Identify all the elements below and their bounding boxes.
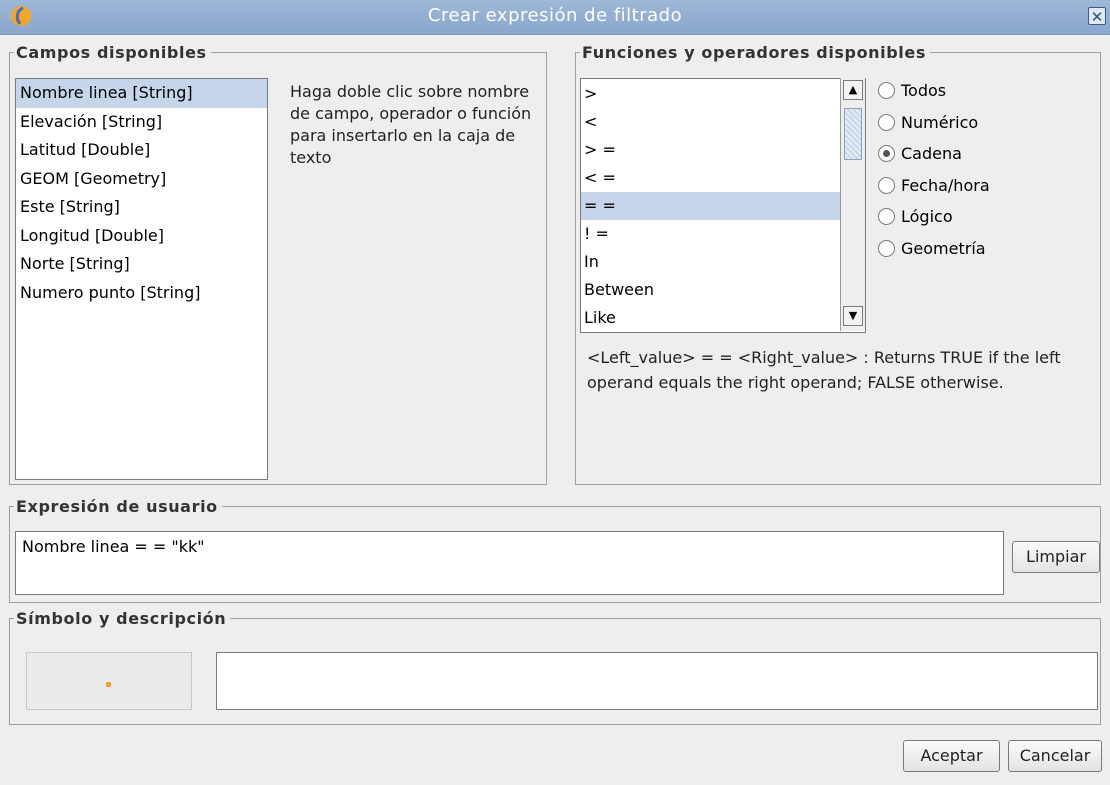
filter-radio-label: Lógico	[901, 207, 953, 226]
symbol-preview[interactable]	[26, 652, 192, 710]
functions-panel-legend: Funciones y operadores disponibles	[582, 43, 926, 62]
radio-button-icon[interactable]	[878, 82, 895, 99]
window-title: Crear expresión de filtrado	[427, 5, 683, 26]
operator-list-item[interactable]: <	[581, 108, 840, 136]
field-list-item[interactable]: Este [String]	[16, 193, 267, 222]
field-list-item[interactable]: Latitud [Double]	[16, 136, 267, 165]
scroll-thumb[interactable]	[844, 108, 862, 160]
filter-radio-3[interactable]: Fecha/hora	[878, 174, 990, 198]
scroll-up-icon[interactable]: ▲	[843, 80, 863, 100]
fields-list[interactable]: Nombre linea [String] Elevación [String] L…	[15, 78, 268, 480]
filter-radio-2[interactable]: Cadena	[878, 142, 962, 166]
operator-description: <Left_value> = = <Right_value> : Returns…	[587, 348, 1061, 392]
close-icon[interactable]: ✕	[1088, 7, 1106, 26]
expression-input[interactable]: Nombre linea = = "kk"	[15, 531, 1004, 595]
field-list-item[interactable]: Nombre linea [String]	[16, 79, 267, 108]
filter-radio-1[interactable]: Numérico	[878, 111, 978, 135]
operators-scrollbar[interactable]: ▲ ▼	[840, 78, 865, 331]
radio-button-icon[interactable]	[878, 176, 895, 194]
radio-button-icon[interactable]	[878, 208, 895, 225]
filter-radio-label: Geometría	[901, 238, 986, 258]
operators-list[interactable]: > < > = < = = =! = In Between Like	[580, 78, 866, 333]
radio-button-icon[interactable]	[878, 239, 895, 257]
title-bar: Crear expresión de filtrado ✕	[0, 0, 1110, 35]
symbol-description-input[interactable]	[216, 652, 1098, 710]
operator-list-item[interactable]: < =	[581, 164, 840, 192]
filter-radio-0[interactable]: Todos	[878, 79, 946, 103]
filter-radio-label: Cadena	[901, 144, 962, 163]
field-list-item[interactable]: Numero punto [String]	[16, 279, 267, 308]
operator-list-item[interactable]: In	[581, 248, 840, 276]
filter-radio-label: Fecha/hora	[901, 175, 990, 195]
operator-list-item[interactable]: >	[581, 80, 840, 108]
radio-button-icon[interactable]	[878, 145, 895, 162]
point-symbol-icon	[106, 682, 111, 687]
scroll-down-icon[interactable]: ▼	[843, 306, 863, 326]
cancel-button[interactable]: Cancelar	[1008, 740, 1102, 772]
filter-radio-label: Numérico	[901, 112, 979, 132]
operator-list-item[interactable]: ! =	[581, 220, 840, 248]
clear-button[interactable]: Limpiar	[1012, 541, 1100, 573]
accept-button[interactable]: Aceptar	[903, 740, 1000, 772]
field-list-item[interactable]: Elevación [String]	[16, 108, 267, 137]
operator-list-item[interactable]: = =	[581, 192, 840, 220]
operator-list-item[interactable]: Like	[581, 304, 840, 332]
field-list-item[interactable]: Longitud [Double]	[16, 222, 267, 251]
filter-radio-label: Todos	[901, 81, 947, 100]
operator-list-item[interactable]: Between	[581, 276, 840, 304]
filter-radio-5[interactable]: Geometría	[878, 237, 986, 261]
fields-hint: Haga doble clic sobre nombre de campo, o…	[290, 82, 532, 167]
expression-panel-legend: Expresión de usuario	[16, 497, 218, 516]
operator-list-item[interactable]: > =	[581, 136, 840, 164]
field-list-item[interactable]: GEOM [Geometry]	[16, 165, 267, 194]
symbol-panel-legend: Símbolo y descripción	[16, 609, 227, 628]
filter-radio-4[interactable]: Lógico	[878, 205, 953, 229]
radio-button-icon[interactable]	[878, 113, 895, 131]
fields-panel-legend: Campos disponibles	[16, 43, 207, 62]
field-list-item[interactable]: Norte [String]	[16, 250, 267, 279]
